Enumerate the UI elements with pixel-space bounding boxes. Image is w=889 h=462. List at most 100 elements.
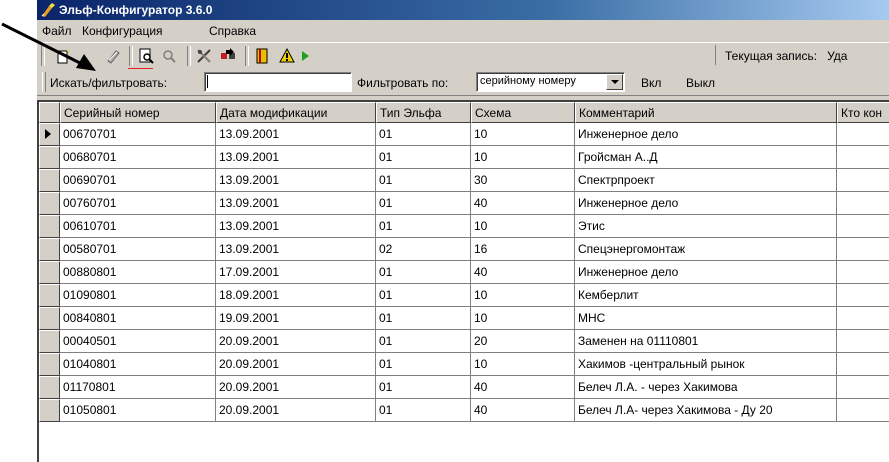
cell-comment[interactable]: Гройсман А..Д bbox=[575, 146, 837, 169]
cell-serial[interactable]: 00840801 bbox=[60, 307, 216, 330]
row-indicator[interactable] bbox=[39, 146, 60, 169]
cell-who[interactable] bbox=[837, 238, 889, 261]
cell-elf-type[interactable]: 01 bbox=[376, 353, 471, 376]
chevron-down-icon[interactable] bbox=[606, 74, 623, 90]
row-indicator[interactable] bbox=[39, 238, 60, 261]
cell-comment[interactable]: Спектрпроект bbox=[575, 169, 837, 192]
cell-who[interactable] bbox=[837, 169, 889, 192]
cell-scheme[interactable]: 40 bbox=[471, 261, 575, 284]
book-icon[interactable] bbox=[252, 46, 272, 66]
filter-off-button[interactable]: Выкл bbox=[686, 76, 715, 90]
cell-serial[interactable]: 00760701 bbox=[60, 192, 216, 215]
cell-date[interactable]: 20.09.2001 bbox=[216, 376, 376, 399]
row-indicator[interactable] bbox=[39, 192, 60, 215]
cell-scheme[interactable]: 40 bbox=[471, 376, 575, 399]
row-indicator[interactable] bbox=[39, 376, 60, 399]
cell-serial[interactable]: 00580701 bbox=[60, 238, 216, 261]
cell-serial[interactable]: 01170801 bbox=[60, 376, 216, 399]
column-header-elf-type[interactable]: Тип Эльфа bbox=[376, 102, 471, 123]
cell-date[interactable]: 17.09.2001 bbox=[216, 261, 376, 284]
transfer-icon[interactable] bbox=[218, 46, 238, 66]
column-header-serial[interactable]: Серийный номер bbox=[60, 102, 216, 123]
cell-elf-type[interactable]: 01 bbox=[376, 146, 471, 169]
row-indicator[interactable] bbox=[39, 284, 60, 307]
cell-comment[interactable]: Инженерное дело bbox=[575, 123, 837, 146]
cell-comment[interactable]: МНС bbox=[575, 307, 837, 330]
menu-help[interactable]: Справка bbox=[209, 24, 256, 38]
filter-by-select[interactable]: серийному номеру bbox=[476, 72, 625, 92]
print-preview-icon[interactable] bbox=[136, 46, 156, 66]
cell-scheme[interactable]: 40 bbox=[471, 399, 575, 422]
column-header-who[interactable]: Кто кон bbox=[837, 102, 889, 123]
cell-scheme[interactable]: 10 bbox=[471, 353, 575, 376]
cell-date[interactable]: 19.09.2001 bbox=[216, 307, 376, 330]
row-indicator[interactable] bbox=[39, 330, 60, 353]
cell-serial[interactable]: 00680701 bbox=[60, 146, 216, 169]
cell-scheme[interactable]: 10 bbox=[471, 146, 575, 169]
cell-elf-type[interactable]: 01 bbox=[376, 261, 471, 284]
row-indicator[interactable] bbox=[39, 123, 60, 146]
cell-date[interactable]: 13.09.2001 bbox=[216, 146, 376, 169]
cell-scheme[interactable]: 10 bbox=[471, 307, 575, 330]
cell-who[interactable] bbox=[837, 123, 889, 146]
row-indicator[interactable] bbox=[39, 169, 60, 192]
cell-scheme[interactable]: 10 bbox=[471, 215, 575, 238]
cell-scheme[interactable]: 20 bbox=[471, 330, 575, 353]
play-icon[interactable] bbox=[295, 46, 315, 66]
cell-scheme[interactable]: 10 bbox=[471, 284, 575, 307]
new-icon[interactable] bbox=[53, 46, 73, 66]
cell-who[interactable] bbox=[837, 192, 889, 215]
menu-configuration[interactable]: Конфигурация bbox=[82, 24, 163, 38]
cell-elf-type[interactable]: 01 bbox=[376, 376, 471, 399]
cell-date[interactable]: 13.09.2001 bbox=[216, 169, 376, 192]
cell-comment[interactable]: Белеч Л.А- через Хакимова - Ду 20 bbox=[575, 399, 837, 422]
cell-date[interactable]: 13.09.2001 bbox=[216, 192, 376, 215]
cell-serial[interactable]: 00690701 bbox=[60, 169, 216, 192]
column-header-date[interactable]: Дата модификации bbox=[216, 102, 376, 123]
search-input[interactable] bbox=[204, 72, 352, 92]
cell-comment[interactable]: Инженерное дело bbox=[575, 192, 837, 215]
cell-date[interactable]: 13.09.2001 bbox=[216, 123, 376, 146]
cell-serial[interactable]: 01050801 bbox=[60, 399, 216, 422]
cell-elf-type[interactable]: 01 bbox=[376, 169, 471, 192]
cell-who[interactable] bbox=[837, 330, 889, 353]
cell-elf-type[interactable]: 01 bbox=[376, 215, 471, 238]
cell-scheme[interactable]: 16 bbox=[471, 238, 575, 261]
cell-comment[interactable]: Белеч Л.А. - через Хакимова bbox=[575, 376, 837, 399]
cell-serial[interactable]: 00880801 bbox=[60, 261, 216, 284]
cell-serial[interactable]: 01040801 bbox=[60, 353, 216, 376]
cell-date[interactable]: 20.09.2001 bbox=[216, 330, 376, 353]
cell-comment[interactable]: Инженерное дело bbox=[575, 261, 837, 284]
cell-who[interactable] bbox=[837, 307, 889, 330]
cell-elf-type[interactable]: 01 bbox=[376, 307, 471, 330]
cell-date[interactable]: 13.09.2001 bbox=[216, 238, 376, 261]
cell-serial[interactable]: 01090801 bbox=[60, 284, 216, 307]
cell-elf-type[interactable]: 01 bbox=[376, 330, 471, 353]
cell-who[interactable] bbox=[837, 284, 889, 307]
cell-scheme[interactable]: 10 bbox=[471, 123, 575, 146]
cell-scheme[interactable]: 40 bbox=[471, 192, 575, 215]
cell-serial[interactable]: 00040501 bbox=[60, 330, 216, 353]
cell-serial[interactable]: 00670701 bbox=[60, 123, 216, 146]
cell-elf-type[interactable]: 01 bbox=[376, 123, 471, 146]
cell-date[interactable]: 18.09.2001 bbox=[216, 284, 376, 307]
cell-comment[interactable]: Кемберлит bbox=[575, 284, 837, 307]
tools-icon[interactable] bbox=[194, 46, 214, 66]
cell-comment[interactable]: Этис bbox=[575, 215, 837, 238]
cell-who[interactable] bbox=[837, 399, 889, 422]
cell-elf-type[interactable]: 01 bbox=[376, 399, 471, 422]
row-indicator[interactable] bbox=[39, 307, 60, 330]
column-header-scheme[interactable]: Схема bbox=[471, 102, 575, 123]
warning-icon[interactable] bbox=[277, 46, 297, 66]
column-header-comment[interactable]: Комментарий bbox=[575, 102, 837, 123]
cell-elf-type[interactable]: 01 bbox=[376, 192, 471, 215]
cell-comment[interactable]: Хакимов -центральный рынок bbox=[575, 353, 837, 376]
row-indicator[interactable] bbox=[39, 353, 60, 376]
cell-date[interactable]: 20.09.2001 bbox=[216, 353, 376, 376]
cell-comment[interactable]: Заменен на 01110801 bbox=[575, 330, 837, 353]
cell-who[interactable] bbox=[837, 353, 889, 376]
cell-elf-type[interactable]: 01 bbox=[376, 284, 471, 307]
edit-icon[interactable] bbox=[103, 46, 123, 66]
cell-scheme[interactable]: 30 bbox=[471, 169, 575, 192]
cell-who[interactable] bbox=[837, 215, 889, 238]
